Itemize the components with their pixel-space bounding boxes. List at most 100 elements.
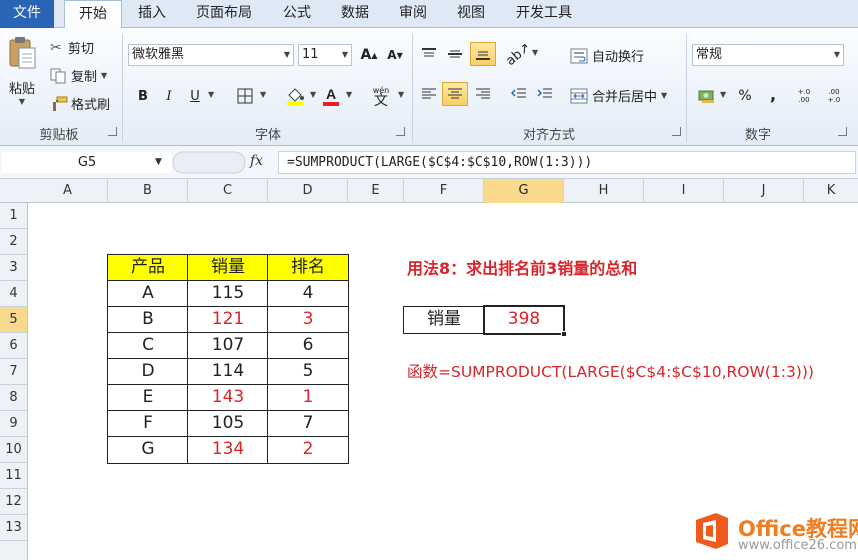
wrap-text-button[interactable]: 自动换行	[570, 46, 644, 65]
row-header[interactable]: 8	[0, 385, 27, 411]
column-header-i[interactable]: I	[644, 179, 724, 203]
table-gridline	[107, 384, 349, 385]
font-launcher-icon[interactable]	[396, 127, 405, 136]
number-format-select[interactable]: 常规 ▼	[692, 44, 844, 66]
increase-indent-button[interactable]	[532, 82, 558, 106]
table-border	[107, 254, 349, 464]
align-top-button[interactable]	[416, 42, 442, 66]
fill-color-dropdown-icon[interactable]: ▼	[310, 90, 316, 99]
bold-button[interactable]: B	[130, 84, 156, 108]
tab-developer[interactable]: 开发工具	[506, 0, 582, 28]
underline-button[interactable]: U	[182, 84, 208, 108]
tab-insert[interactable]: 插入	[128, 0, 176, 28]
clipboard-group-label: 剪贴板	[39, 128, 79, 143]
column-header-e[interactable]: E	[348, 179, 404, 203]
row-header[interactable]: 5	[0, 307, 27, 333]
result-label-cell[interactable]: 销量	[404, 307, 484, 332]
align-bottom-button[interactable]	[470, 42, 496, 66]
tab-page-layout[interactable]: 页面布局	[186, 0, 262, 28]
accounting-dropdown-icon[interactable]: ▼	[720, 90, 726, 99]
currency-icon	[698, 90, 714, 103]
percent-label: %	[738, 88, 752, 104]
percent-button[interactable]: %	[732, 84, 758, 108]
result-value-cell[interactable]: 398	[485, 307, 563, 332]
column-header-g[interactable]: G	[484, 179, 564, 203]
copy-button[interactable]: 复制 ▼	[50, 66, 107, 85]
format-painter-button[interactable]: 格式刷	[50, 94, 110, 113]
column-header-b[interactable]: B	[108, 179, 188, 203]
clipboard-launcher-icon[interactable]	[108, 127, 117, 136]
name-box[interactable]: G5	[2, 152, 172, 173]
merge-center-icon	[570, 88, 588, 103]
column-header-j[interactable]: J	[724, 179, 804, 203]
tab-formulas[interactable]: 公式	[274, 0, 320, 28]
column-header-a[interactable]: A	[28, 179, 108, 203]
row-header[interactable]: 11	[0, 463, 27, 489]
font-size-select[interactable]: 11 ▼	[298, 44, 352, 66]
column-header-d[interactable]: D	[268, 179, 348, 203]
phonetic-dropdown-icon[interactable]: ▼	[398, 90, 404, 99]
row-header[interactable]: 4	[0, 281, 27, 307]
row-header[interactable]: 12	[0, 489, 27, 515]
tab-view[interactable]: 视图	[448, 0, 494, 28]
number-launcher-icon[interactable]	[838, 127, 847, 136]
decrease-indent-button[interactable]	[506, 82, 532, 106]
tab-home[interactable]: 开始	[64, 0, 122, 29]
row-header[interactable]: 9	[0, 411, 27, 437]
column-header-f[interactable]: F	[404, 179, 484, 203]
row-header[interactable]: 2	[0, 229, 27, 255]
row-header[interactable]: 3	[0, 255, 27, 281]
decrease-decimal-label: .00 +.0	[827, 88, 841, 104]
align-right-button[interactable]	[470, 82, 496, 106]
font-name-value: 微软雅黑	[132, 47, 185, 62]
row-header[interactable]: 1	[0, 203, 27, 229]
column-header-c[interactable]: C	[188, 179, 268, 203]
insert-function-icon[interactable]: fx	[250, 153, 263, 169]
fill-color-button[interactable]	[282, 84, 308, 108]
tab-data[interactable]: 数据	[332, 0, 378, 28]
decrease-decimal-button[interactable]: .00 +.0	[822, 84, 846, 108]
name-box-dropdown-icon[interactable]: ▼	[155, 157, 162, 167]
formula-input[interactable]: =SUMPRODUCT(LARGE($C$4:$C$10,ROW(1:3)))	[278, 151, 856, 174]
group-divider	[412, 34, 413, 142]
orientation-dropdown-icon[interactable]: ▼	[532, 48, 538, 57]
grow-font-button[interactable]: A ▲	[356, 43, 382, 67]
tab-review[interactable]: 审阅	[390, 0, 436, 28]
font-color-button[interactable]: A	[318, 84, 344, 108]
row-header[interactable]: 13	[0, 515, 27, 541]
phonetic-button[interactable]: wén 文	[366, 84, 396, 108]
borders-button[interactable]	[232, 84, 258, 108]
wrap-text-icon	[570, 48, 588, 63]
align-center-button[interactable]	[442, 82, 468, 106]
office-logo-icon	[696, 513, 728, 549]
increase-decimal-button[interactable]: +.0 .00	[792, 84, 816, 108]
cut-button[interactable]: ✂ 剪切	[50, 38, 94, 58]
comma-label: ,	[769, 84, 777, 104]
comma-button[interactable]: ,	[760, 82, 786, 106]
italic-button[interactable]: I	[156, 84, 182, 108]
font-color-dropdown-icon[interactable]: ▼	[346, 90, 352, 99]
caret-up-icon: ▲	[371, 50, 378, 60]
row-header[interactable]: 7	[0, 359, 27, 385]
row-header[interactable]: 6	[0, 333, 27, 359]
tab-file[interactable]: 文件	[0, 0, 54, 28]
alignment-launcher-icon[interactable]	[672, 127, 681, 136]
paste-button[interactable]: 粘贴 ▼	[4, 36, 40, 116]
underline-dropdown-icon[interactable]: ▼	[208, 90, 214, 99]
row-header[interactable]: 10	[0, 437, 27, 463]
scissors-icon: ✂	[50, 39, 62, 56]
align-left-button[interactable]	[416, 82, 442, 106]
font-name-select[interactable]: 微软雅黑 ▼	[128, 44, 294, 66]
copy-dropdown-icon: ▼	[101, 71, 108, 80]
merge-center-button[interactable]: 合并后居中 ▼	[570, 86, 667, 105]
paste-label: 粘贴	[8, 82, 35, 97]
align-middle-button[interactable]	[442, 42, 468, 66]
shrink-font-button[interactable]: A ▼	[382, 43, 408, 67]
paste-dropdown-icon: ▼	[18, 97, 26, 106]
orientation-button[interactable]: ab↗	[504, 40, 534, 69]
fill-bucket-icon	[287, 88, 304, 106]
column-header-h[interactable]: H	[564, 179, 644, 203]
borders-dropdown-icon[interactable]: ▼	[260, 90, 266, 99]
column-header-k[interactable]: K	[804, 179, 858, 203]
accounting-format-button[interactable]	[694, 84, 720, 108]
